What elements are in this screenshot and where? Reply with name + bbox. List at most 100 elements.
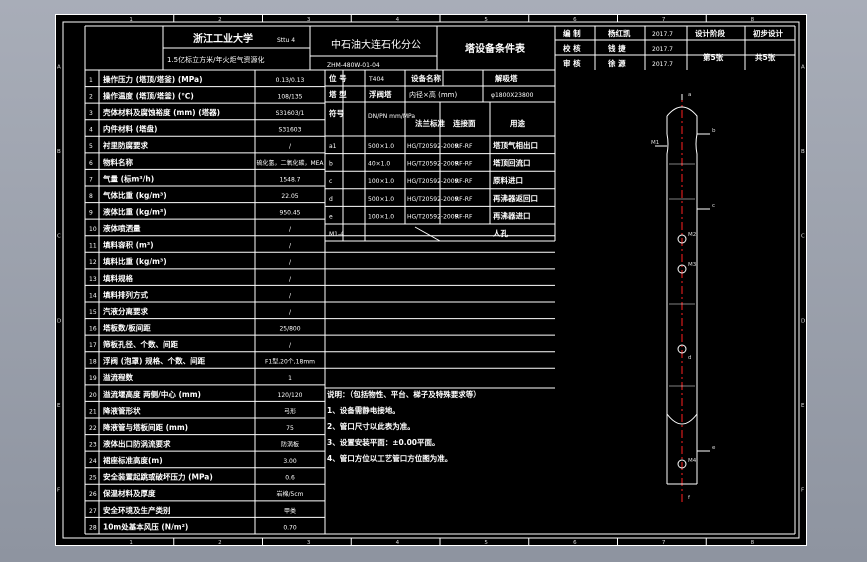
- row-number: 5: [89, 143, 93, 150]
- page-number: 第5张: [703, 52, 724, 62]
- zone-label-top: 2: [218, 17, 222, 23]
- row-number: 28: [89, 524, 97, 531]
- row-number: 27: [89, 508, 97, 515]
- row-label: 溢流程数: [103, 372, 133, 382]
- equipment-name-value: 解吸塔: [495, 73, 518, 83]
- row-value: /: [289, 243, 292, 250]
- row-label: 安全装置起跳或破坏压力 (MPa): [103, 472, 213, 482]
- nozzle-label: M2: [688, 232, 696, 238]
- row-label: 壳体材料及腐蚀裕度 (mm) (塔器): [102, 107, 220, 117]
- row-label: 汽液分离要求: [103, 306, 148, 316]
- row-value: 岩棉/5cm: [277, 490, 304, 498]
- row-value: 22.05: [281, 193, 298, 200]
- row-number: 12: [89, 259, 97, 266]
- row-number: 16: [89, 326, 97, 333]
- manhole-slash: [414, 226, 441, 242]
- row-label: 填料规格: [103, 273, 133, 283]
- facing-header: 连接面: [453, 118, 476, 128]
- nozzle-label: c: [712, 203, 715, 209]
- row-value: 75: [286, 425, 294, 432]
- notes-block: 说明：（包括物性、平台、梯子及特殊要求等） 1、设备需静电接地。 2、管口尺寸以…: [327, 389, 481, 463]
- row-value: /: [289, 342, 292, 349]
- zone-label-bottom: 8: [751, 540, 755, 546]
- zone-label-right: E: [801, 403, 805, 409]
- zone-label-right: B: [801, 149, 805, 155]
- nozzle-standard: HG/T20592-2009: [407, 213, 459, 220]
- row-value: S31603: [279, 127, 302, 134]
- row-value: 弓形: [284, 407, 296, 415]
- nozzle-facing: RF-RF: [455, 143, 473, 150]
- sign-date-3: 2017.7: [652, 61, 673, 68]
- sign-role-1: 编 制: [563, 28, 581, 38]
- row-value: 120/120: [278, 392, 303, 399]
- row-label: 塔板数/板间距: [103, 323, 151, 333]
- row-value: /: [289, 226, 292, 233]
- row-value: 950.45: [280, 210, 301, 217]
- row-number: 2: [89, 94, 93, 101]
- nozzle-label: f: [688, 495, 691, 501]
- nozzle-dn: 500×1.0: [368, 143, 394, 150]
- diameter-label: 内径×高 (mm): [409, 90, 457, 99]
- row-label: 填料排列方式: [103, 289, 148, 299]
- sign-role-2: 校 核: [563, 43, 581, 53]
- zone-label-bottom: 1: [129, 540, 133, 546]
- drawing-canvas: 1122334455667788A AB BC CD DE EF F 浙江工业大学: [55, 14, 807, 546]
- row-label: 浮阀 (泡罩) 规格、个数、间距: [103, 356, 206, 366]
- row-value: /: [289, 309, 292, 316]
- nozzle-standard: HG/T20592-2009: [407, 178, 459, 185]
- nozzle-label: M3: [688, 262, 697, 268]
- row-number: 10: [89, 226, 97, 233]
- row-number: 3: [89, 110, 93, 117]
- row-value: 1: [288, 375, 292, 382]
- row-number: 15: [89, 309, 97, 316]
- nozzle-facing: RF-RF: [455, 196, 473, 203]
- zone-label-right: F: [801, 488, 804, 494]
- nozzle-label: d: [688, 355, 692, 361]
- row-label: 操作温度 (塔顶/塔釜) (℃): [103, 91, 194, 101]
- row-label: 物料名称: [103, 157, 133, 167]
- nozzle-facing: RF-RF: [455, 213, 473, 220]
- tower-elevation-drawing: a b M1 c M2 M3 d M4 e f: [651, 92, 716, 504]
- row-value: /: [289, 259, 292, 266]
- row-value: 108/135: [278, 94, 303, 101]
- zone-label-top: 4: [396, 17, 400, 23]
- nozzle-standard: HG/T20592-2009: [407, 143, 459, 150]
- row-value: 硫化氢，二氧化碳，MEA: [256, 159, 324, 167]
- row-number: 17: [89, 342, 97, 349]
- note-line-4: 4、管口方位以工艺管口方位图为准。: [327, 453, 452, 463]
- position-value: T404: [368, 76, 384, 83]
- nozzle-facing: RF-RF: [455, 178, 473, 185]
- row-label: 10m处基本风压 (N/m²): [103, 521, 188, 531]
- nozzle-symbol: e: [329, 213, 333, 220]
- row-value: S31603/1: [276, 110, 305, 117]
- nozzle-standard: HG/T20592-2009: [407, 161, 459, 168]
- zone-label-left: D: [57, 318, 61, 324]
- row-value: 0.70: [283, 524, 297, 531]
- nozzle-label: M4: [688, 458, 697, 464]
- row-value: /: [289, 143, 292, 150]
- sign-name-3: 徐 源: [607, 58, 626, 68]
- zone-label-top: 8: [751, 17, 755, 23]
- row-label: 液体喷洒量: [103, 223, 141, 233]
- university-name: 浙江工业大学: [193, 32, 253, 45]
- nozzle-usage: 塔顶气相出口: [493, 140, 538, 150]
- row-label: 衬里防腐要求: [103, 140, 148, 150]
- nozzle-symbol: d: [329, 196, 333, 203]
- zone-label-bottom: 4: [396, 540, 400, 546]
- page-total: 共5张: [755, 52, 776, 62]
- zone-label-left: E: [57, 403, 61, 409]
- row-value: 防涡板: [281, 441, 299, 449]
- row-label: 安全环境及生产类别: [103, 505, 171, 515]
- row-value: 甲类: [284, 507, 296, 515]
- row-number: 6: [89, 160, 93, 167]
- zone-label-right: C: [801, 234, 805, 240]
- row-label: 降液管与塔板间距 (mm): [103, 422, 188, 432]
- row-label: 降液管形状: [103, 405, 141, 415]
- tower-type-label: 塔 型: [329, 89, 347, 99]
- row-label: 填料容积 (m³): [103, 240, 154, 250]
- position-label: 位 号: [329, 73, 347, 83]
- note-line-3: 3、设置安装平面：±0.00平面。: [327, 437, 440, 447]
- row-label: 填料比重 (kg/m³): [103, 256, 167, 266]
- sign-date-2: 2017.7: [652, 46, 673, 53]
- nozzle-usage: 原料进口: [493, 175, 523, 185]
